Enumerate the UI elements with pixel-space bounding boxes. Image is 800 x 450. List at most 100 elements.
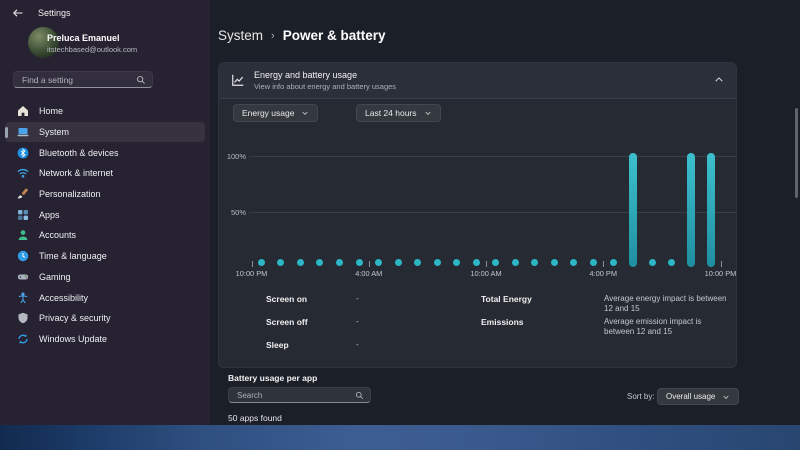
stat-label: Total Energy — [481, 294, 532, 304]
chart-dot — [453, 259, 460, 266]
chevron-down-icon — [424, 109, 432, 117]
breadcrumb-system[interactable]: System — [218, 28, 263, 43]
network-icon — [17, 167, 29, 179]
gridline-50 — [249, 212, 736, 213]
sidebar-item-label: Network & internet — [39, 168, 113, 178]
sidebar-item-label: Home — [39, 106, 63, 116]
sidebar-item-label: Windows Update — [39, 334, 107, 344]
find-setting-search[interactable] — [13, 71, 153, 88]
window-titlebar: Settings — [12, 7, 71, 19]
chart-dot — [414, 259, 421, 266]
stat-label: Screen off — [266, 317, 308, 327]
sidebar-item-privacy[interactable]: Privacy & security — [5, 308, 205, 329]
sidebar-item-time-language[interactable]: Time & language — [5, 246, 205, 267]
chart-dot — [531, 259, 538, 266]
chart-dot — [512, 259, 519, 266]
time-range-dropdown[interactable]: Last 24 hours — [356, 104, 441, 122]
time-range-dropdown-value: Last 24 hours — [365, 108, 417, 118]
stat-label: Screen on — [266, 294, 307, 304]
back-arrow-icon[interactable] — [12, 7, 24, 19]
chart-dot — [277, 259, 284, 266]
y-axis-label: 100% — [219, 152, 246, 161]
sidebar-item-label: Bluetooth & devices — [39, 148, 119, 158]
system-icon — [17, 126, 29, 138]
user-email: itstechbased@outlook.com — [47, 45, 137, 54]
desktop: Settings Preluca Emanuel itstechbased@ou… — [0, 0, 800, 450]
chart-dot — [356, 259, 363, 266]
chart-plot: 100%50%10:00 PM4:00 AM10:00 AM4:00 PM10:… — [219, 151, 738, 283]
stat-value: - — [356, 294, 359, 304]
chart-dot — [375, 259, 382, 266]
breadcrumb-separator: › — [271, 30, 275, 42]
page-title: Power & battery — [283, 28, 386, 43]
sidebar-item-home[interactable]: Home — [5, 101, 205, 122]
line-chart-icon — [231, 73, 245, 87]
stat-label: Sleep — [266, 340, 289, 350]
sidebar-item-gaming[interactable]: Gaming — [5, 267, 205, 288]
sidebar-item-accessibility[interactable]: Accessibility — [5, 287, 205, 308]
chart-dot — [492, 259, 499, 266]
x-axis-label: 10:00 PM — [698, 269, 744, 278]
scrollbar[interactable] — [795, 108, 798, 198]
stat-value: Average emission impact is between 12 an… — [604, 317, 732, 336]
sidebar-item-bluetooth[interactable]: Bluetooth & devices — [5, 142, 205, 163]
energy-battery-usage-card: Energy and battery usage View info about… — [218, 62, 737, 368]
sidebar-item-network[interactable]: Network & internet — [5, 163, 205, 184]
windows-update-icon — [17, 333, 29, 345]
chart-dot — [434, 259, 441, 266]
search-icon — [355, 391, 364, 400]
chart-dot — [473, 259, 480, 266]
personalization-icon — [17, 188, 29, 200]
gaming-icon — [17, 271, 29, 283]
time-language-icon — [17, 250, 29, 262]
chart-bar — [629, 153, 637, 267]
sidebar-item-personalization[interactable]: Personalization — [5, 184, 205, 205]
sidebar-item-windows-update[interactable]: Windows Update — [5, 329, 205, 350]
sidebar-item-label: Privacy & security — [39, 313, 111, 323]
gridline-100 — [249, 156, 736, 157]
bluetooth-icon — [17, 147, 29, 159]
sort-dropdown[interactable]: Overall usage — [657, 388, 739, 405]
chart-dot — [570, 259, 577, 266]
chart-bar — [707, 153, 715, 267]
stat-value: - — [356, 317, 359, 327]
chart-dot — [297, 259, 304, 266]
chevron-down-icon — [722, 393, 730, 401]
sort-dropdown-value: Overall usage — [666, 392, 715, 401]
sidebar-item-label: Personalization — [39, 189, 101, 199]
metric-dropdown[interactable]: Energy usage — [233, 104, 318, 122]
chevron-up-icon[interactable] — [714, 75, 724, 85]
chart-dot — [590, 259, 597, 266]
metric-dropdown-value: Energy usage — [242, 108, 294, 118]
stat-value: Average energy impact is between 12 and … — [604, 294, 732, 313]
energy-card-header[interactable]: Energy and battery usage View info about… — [219, 63, 736, 99]
x-axis-tick — [721, 261, 722, 267]
chart-dot — [668, 259, 675, 266]
sidebar-item-accounts[interactable]: Accounts — [5, 225, 205, 246]
sidebar-item-label: Gaming — [39, 272, 71, 282]
x-axis-tick — [252, 261, 253, 267]
home-icon — [17, 105, 29, 117]
taskbar: Search PRE File Explorer Microsoft 365 (… — [0, 425, 800, 450]
accounts-icon — [17, 229, 29, 241]
sidebar-item-label: System — [39, 127, 69, 137]
x-axis-tick — [369, 261, 370, 267]
breadcrumb: System › Power & battery — [218, 28, 385, 43]
accessibility-icon — [17, 292, 29, 304]
x-axis-label: 10:00 PM — [229, 269, 275, 278]
sidebar-item-label: Apps — [39, 210, 60, 220]
sidebar-item-system[interactable]: System — [5, 122, 205, 143]
sidebar-item-label: Time & language — [39, 251, 107, 261]
window-title: Settings — [38, 8, 71, 18]
chart-dot — [316, 259, 323, 266]
chart-dot — [610, 259, 617, 266]
search-icon — [136, 75, 146, 85]
app-search[interactable] — [228, 387, 371, 403]
chart-dot — [336, 259, 343, 266]
find-setting-input[interactable] — [20, 74, 136, 86]
sort-by-label: Sort by: — [627, 392, 655, 401]
chart-dot — [395, 259, 402, 266]
sidebar-item-apps[interactable]: Apps — [5, 204, 205, 225]
chevron-down-icon — [301, 109, 309, 117]
app-search-input[interactable] — [235, 390, 355, 401]
